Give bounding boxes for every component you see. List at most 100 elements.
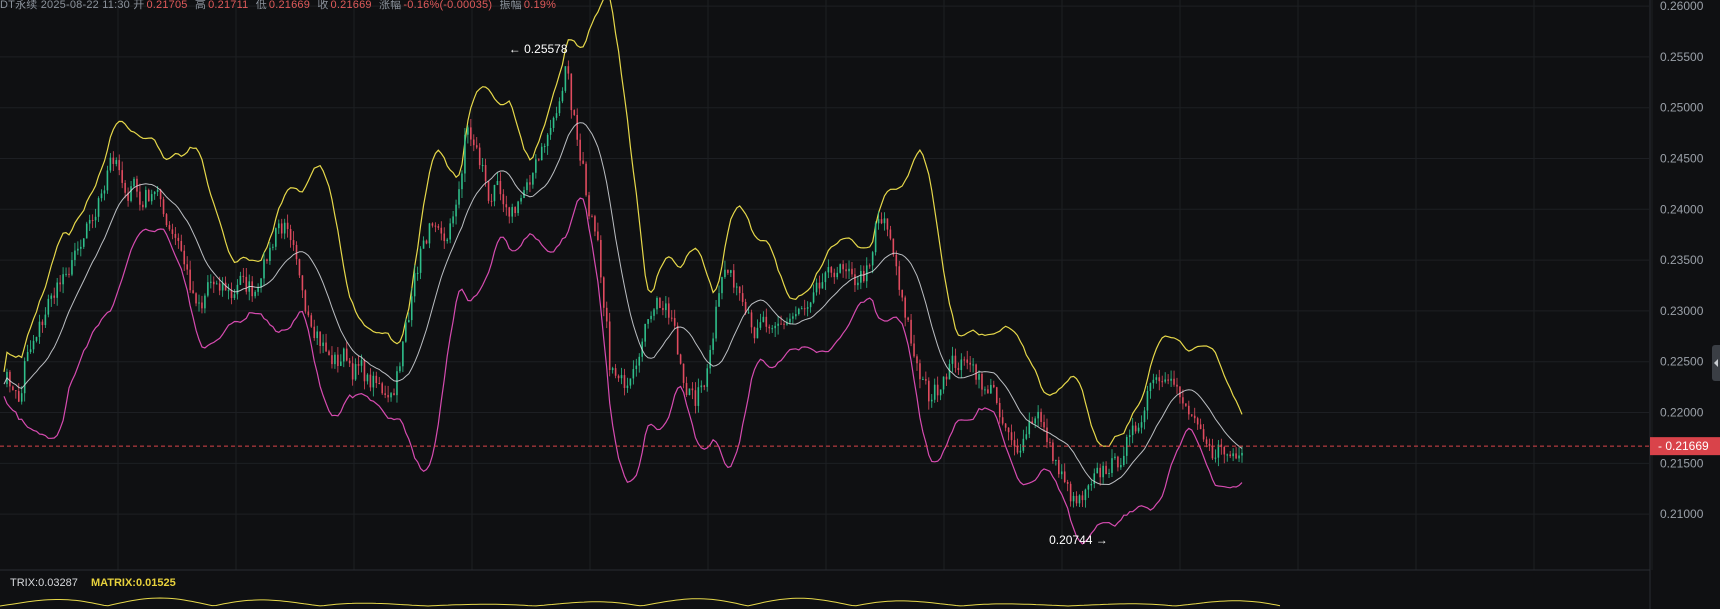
- candle-body: [458, 189, 460, 205]
- amplitude-label: 振幅: [499, 0, 522, 11]
- candle-body: [147, 189, 150, 202]
- candle-body: [218, 283, 221, 291]
- collapse-panel-handle[interactable]: [1712, 345, 1720, 381]
- candle-body: [727, 269, 729, 273]
- candle-body: [916, 356, 918, 364]
- candle-body: [1066, 482, 1069, 484]
- candle-body: [576, 114, 579, 140]
- candle-body: [765, 316, 768, 327]
- candle-body: [1199, 424, 1202, 430]
- candle-body: [1173, 378, 1175, 385]
- candle-body: [933, 384, 936, 400]
- candle-body: [597, 231, 599, 240]
- candle-body: [1188, 405, 1190, 415]
- candle-body: [239, 275, 242, 285]
- candle-body: [233, 294, 236, 299]
- candle-body: [207, 282, 209, 296]
- candle-body: [467, 127, 469, 135]
- candle-body: [168, 225, 171, 230]
- candle-body: [109, 157, 112, 171]
- candle-body: [762, 316, 765, 323]
- candle-body: [269, 247, 271, 261]
- candle-body: [780, 323, 782, 325]
- candle-body: [171, 229, 174, 234]
- y-tick-label: 0.26000: [1660, 0, 1704, 13]
- candle-body: [325, 342, 327, 352]
- candle-body: [529, 182, 531, 185]
- candle-body: [860, 270, 862, 283]
- y-tick-label: 0.21500: [1660, 456, 1704, 470]
- candle-body: [792, 316, 794, 319]
- candle-body: [806, 307, 809, 309]
- candle-body: [1179, 386, 1181, 398]
- candle-body: [635, 365, 638, 370]
- candle-body: [1099, 467, 1101, 478]
- candle-body: [898, 266, 901, 290]
- candle-body: [928, 380, 930, 402]
- candle-body: [1117, 456, 1119, 468]
- candle-body: [871, 252, 874, 266]
- candle-body: [753, 327, 756, 339]
- candle-body: [174, 233, 177, 238]
- candle-body: [824, 272, 827, 283]
- candle-body: [121, 170, 123, 183]
- candle-body: [275, 228, 277, 247]
- candle-body: [1214, 457, 1217, 459]
- candle-body: [520, 198, 522, 202]
- candle-body: [375, 375, 378, 384]
- candle-body: [1193, 415, 1196, 419]
- candle-body: [257, 287, 259, 292]
- candle-body: [555, 113, 558, 118]
- candle-body: [94, 216, 97, 221]
- candle-body: [904, 297, 906, 318]
- candle-body: [957, 367, 960, 371]
- candle-body: [100, 193, 103, 199]
- candle-body: [410, 296, 413, 321]
- candle-body: [1143, 410, 1146, 423]
- candle-body: [201, 302, 203, 309]
- candle-body: [277, 223, 280, 229]
- candle-body: [1060, 471, 1063, 475]
- candle-body: [1223, 447, 1226, 455]
- y-tick-label: 0.25000: [1660, 101, 1704, 115]
- candle-body: [990, 384, 992, 394]
- y-tick-label: 0.24000: [1660, 202, 1704, 216]
- candle-body: [313, 326, 316, 339]
- candle-body: [230, 290, 233, 299]
- candle-body: [378, 383, 381, 385]
- candle-body: [771, 328, 774, 330]
- candle-body: [591, 216, 593, 218]
- candle-body: [372, 375, 375, 388]
- candle-body: [68, 273, 70, 275]
- candle-body: [848, 268, 850, 272]
- candle-body: [685, 382, 688, 396]
- candle-body: [827, 267, 830, 273]
- candle-body: [369, 374, 372, 388]
- change-value: -0.16%(-0.00035): [403, 0, 493, 11]
- candle-body: [399, 366, 401, 372]
- candle-body: [124, 182, 126, 193]
- candle-body: [833, 272, 836, 278]
- candle-body: [103, 190, 106, 194]
- candle-body: [659, 297, 661, 308]
- candle-body: [732, 270, 735, 288]
- candle-body: [995, 387, 998, 404]
- candle-body: [963, 359, 966, 361]
- candle-body: [502, 194, 505, 205]
- candle-body: [142, 204, 144, 208]
- candle-body: [1182, 397, 1184, 404]
- candle-body: [133, 178, 135, 187]
- candle-body: [1049, 442, 1051, 444]
- candle-body: [1196, 418, 1199, 425]
- candle-body: [263, 259, 265, 279]
- candle-body: [1235, 453, 1237, 459]
- close-label: 收: [317, 0, 329, 11]
- candle-body: [115, 160, 118, 164]
- price-chart[interactable]: 0.26000 0.25500 0.25000 0.24500 0.24000 0.235…: [0, 0, 1720, 609]
- candle-body: [1238, 455, 1240, 459]
- candle-body: [431, 223, 434, 226]
- candle-body: [741, 293, 744, 302]
- candle-body: [561, 90, 564, 102]
- candle-body: [777, 323, 779, 326]
- y-tick-label: 0.24500: [1660, 152, 1704, 166]
